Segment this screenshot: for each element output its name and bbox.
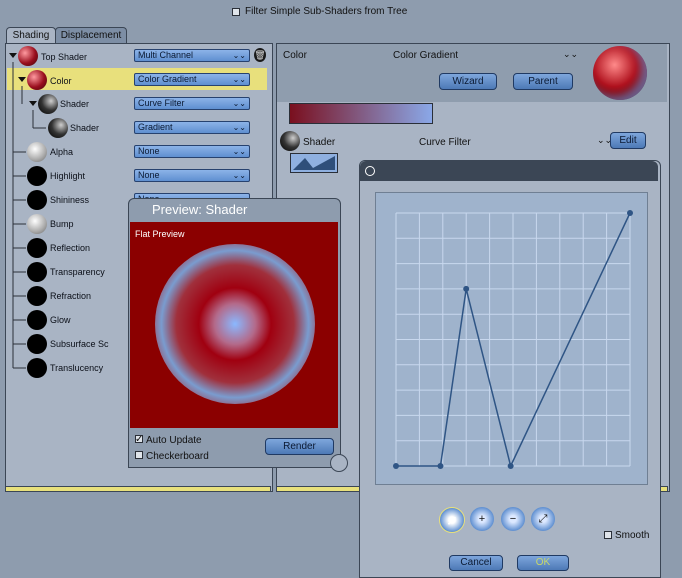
color-icon[interactable] <box>27 70 47 90</box>
shininess-icon[interactable] <box>27 190 47 210</box>
tree-item-shader-gradient[interactable]: Shader <box>70 123 99 133</box>
tree-item-shader-curve[interactable]: Shader <box>60 99 89 109</box>
shader-row-type: Curve Filter <box>419 137 471 148</box>
transparency-icon[interactable] <box>27 262 47 282</box>
checkerboard-label: Checkerboard <box>146 451 209 462</box>
color-dropdown[interactable]: Color Gradient ⌄⌄ <box>134 73 250 86</box>
tree-item-color[interactable]: Color <box>50 76 72 86</box>
bump-icon[interactable] <box>27 214 47 234</box>
curve-point[interactable] <box>463 285 470 292</box>
curve-point[interactable] <box>437 463 444 469</box>
filter-label: Filter Simple Sub-Shaders from Tree <box>245 6 408 17</box>
preview-canvas: Flat Preview <box>130 222 338 428</box>
select-arrow-icon[interactable]: ➚ <box>439 507 465 533</box>
close-icon[interactable] <box>365 166 375 176</box>
chevron-down-icon: ⌄⌄ <box>232 75 246 84</box>
color-gradient-bar[interactable] <box>289 103 433 124</box>
subsurface-icon[interactable] <box>27 334 47 354</box>
gradient-shader-icon[interactable] <box>48 118 68 138</box>
wizard-button[interactable]: Wizard <box>439 73 497 90</box>
top-shader-dropdown[interactable]: Multi Channel ⌄⌄ <box>134 49 250 62</box>
tree-item-glow[interactable]: Glow <box>50 315 71 325</box>
top-shader-icon[interactable] <box>18 46 38 66</box>
curve-point[interactable] <box>507 463 514 469</box>
curve-svg[interactable] <box>376 193 649 486</box>
chevron-down-icon: ⌄⌄ <box>232 51 246 60</box>
render-button[interactable]: Render <box>265 438 334 455</box>
tree-item-subsurface[interactable]: Subsurface Sc <box>50 339 109 349</box>
shader-row-icon[interactable] <box>280 131 300 151</box>
color-label: Color <box>283 50 307 61</box>
tree-item-reflection[interactable]: Reflection <box>50 243 90 253</box>
checkerboard-checkbox[interactable] <box>135 451 143 459</box>
resize-handle[interactable] <box>330 454 348 472</box>
delete-point-icon[interactable]: − <box>501 507 525 531</box>
chevron-down-icon: ⌄⌄ <box>232 99 246 108</box>
smooth-checkbox[interactable] <box>604 531 612 539</box>
preview-title: Preview: Shader <box>152 202 248 217</box>
alpha-icon[interactable] <box>27 142 47 162</box>
chevron-down-icon: ⌄⌄ <box>232 171 246 180</box>
highlight-icon[interactable] <box>27 166 47 186</box>
filter-checkbox[interactable] <box>232 8 240 16</box>
chevron-down-icon[interactable]: ⌄⌄ <box>563 49 578 60</box>
chevron-down-icon: ⌄⌄ <box>232 147 246 156</box>
curve-point[interactable] <box>627 210 633 216</box>
curve-point[interactable] <box>393 463 399 469</box>
glow-icon[interactable] <box>27 310 47 330</box>
shader-gradient-dropdown[interactable]: Gradient ⌄⌄ <box>134 121 250 134</box>
reflection-icon[interactable] <box>27 238 47 258</box>
auto-update-checkbox[interactable] <box>135 435 143 443</box>
shader-row-label: Shader <box>303 137 336 148</box>
smooth-label: Smooth <box>615 530 650 541</box>
preview-mode-label: Flat Preview <box>135 229 185 239</box>
tree-item-top-shader[interactable]: Top Shader <box>41 52 87 62</box>
color-preview-ball <box>593 46 647 100</box>
tree-item-shininess[interactable]: Shininess <box>50 195 89 205</box>
refraction-icon[interactable] <box>27 286 47 306</box>
shader-curve-dropdown[interactable]: Curve Filter ⌄⌄ <box>134 97 250 110</box>
curve-thumbnail[interactable] <box>290 153 338 173</box>
preview-render <box>155 244 315 404</box>
curve-editor-titlebar[interactable] <box>360 161 658 181</box>
cancel-button[interactable]: Cancel <box>449 555 503 571</box>
ok-button[interactable]: OK <box>517 555 569 571</box>
tree-item-highlight[interactable]: Highlight <box>50 171 85 181</box>
alpha-dropdown[interactable]: None ⌄⌄ <box>134 145 250 158</box>
tree-item-refraction[interactable]: Refraction <box>50 291 91 301</box>
color-type: Color Gradient <box>393 50 459 61</box>
highlight-dropdown[interactable]: None ⌄⌄ <box>134 169 250 182</box>
edit-button[interactable]: Edit <box>610 132 646 149</box>
tree-item-alpha[interactable]: Alpha <box>50 147 73 157</box>
tree-item-transparency[interactable]: Transparency <box>50 267 105 277</box>
curve-editor-plot[interactable] <box>375 192 648 485</box>
trash-icon[interactable]: 🗑 <box>254 48 266 62</box>
translucency-icon[interactable] <box>27 358 47 378</box>
parent-button[interactable]: Parent <box>513 73 573 90</box>
auto-update-label: Auto Update <box>146 435 202 446</box>
add-point-icon[interactable]: + <box>470 507 494 531</box>
move-point-icon[interactable]: ⤢ <box>531 507 555 531</box>
left-scrollbar[interactable] <box>5 486 271 492</box>
tree-item-translucency[interactable]: Translucency <box>50 363 103 373</box>
curve-shader-icon[interactable] <box>38 94 58 114</box>
tree-item-bump[interactable]: Bump <box>50 219 74 229</box>
chevron-down-icon: ⌄⌄ <box>232 123 246 132</box>
